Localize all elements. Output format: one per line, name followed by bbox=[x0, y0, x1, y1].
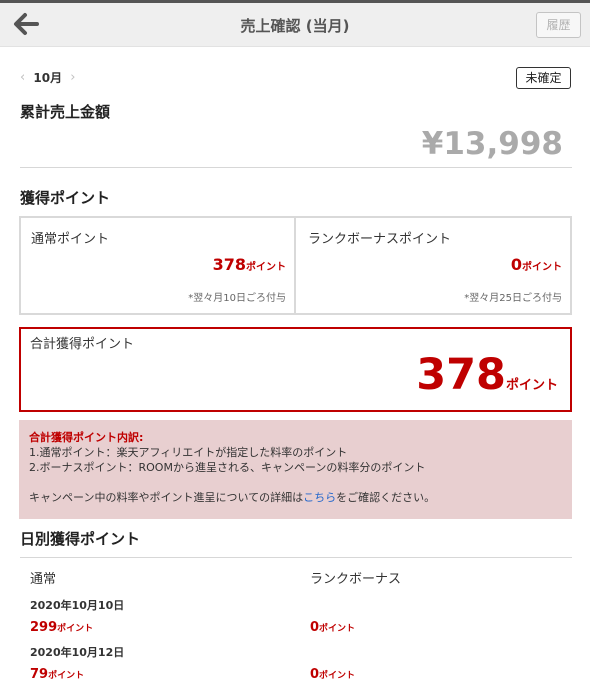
daily-rank-value: 0ポイント bbox=[310, 620, 356, 635]
status-badge: 未確定 bbox=[516, 67, 571, 89]
normal-points-label: 通常ポイント bbox=[31, 232, 110, 247]
daily-date: 2020年10月12日 bbox=[30, 646, 125, 659]
info-note: キャンペーン中の料率やポイント進呈についての詳細はこちらをご確認ください。 bbox=[29, 491, 436, 504]
total-points-value: 378ポイント bbox=[416, 350, 558, 400]
info-line-1: 1.通常ポイント：楽天アフィリエイトが指定した料率のポイント bbox=[29, 446, 348, 459]
normal-points-note: *翌々月10日ごろ付与 bbox=[188, 293, 286, 304]
daily-date: 2020年10月10日 bbox=[30, 599, 125, 612]
normal-points-value: 378ポイント bbox=[212, 255, 286, 274]
info-title: 合計獲得ポイント内訳: bbox=[29, 431, 144, 444]
daily-col-rank: ランクボーナス bbox=[310, 572, 402, 587]
app-header: 売上確認 (当月) 履歴 bbox=[0, 3, 590, 47]
cumulative-sales-amount: ¥13,998 bbox=[421, 126, 563, 162]
daily-normal-value: 299ポイント bbox=[30, 620, 94, 635]
chevron-left-icon[interactable]: ‹ bbox=[20, 70, 25, 85]
history-button[interactable]: 履歴 bbox=[536, 12, 581, 38]
cumulative-sales-title: 累計売上金額 bbox=[20, 103, 111, 121]
rank-bonus-label: ランクボーナスポイント bbox=[308, 232, 452, 247]
divider bbox=[20, 167, 572, 168]
details-link[interactable]: こちら bbox=[303, 491, 336, 504]
rank-bonus-points-cell: ランクボーナスポイント 0ポイント *翌々月25日ごろ付与 bbox=[298, 218, 570, 313]
total-points-label: 合計獲得ポイント bbox=[30, 337, 135, 352]
normal-points-cell: 通常ポイント 378ポイント *翌々月10日ごろ付与 bbox=[21, 218, 296, 313]
points-breakdown-box: 通常ポイント 378ポイント *翌々月10日ごろ付与 ランクボーナスポイント 0… bbox=[19, 216, 572, 315]
rank-bonus-value: 0ポイント bbox=[510, 255, 562, 274]
month-navigator: ‹ 10月 › bbox=[20, 69, 75, 87]
chevron-right-icon[interactable]: › bbox=[70, 70, 75, 85]
current-month: 10月 bbox=[33, 71, 63, 85]
daily-rank-value: 0ポイント bbox=[310, 667, 356, 682]
daily-normal-value: 79ポイント bbox=[30, 667, 85, 682]
points-info-box: 合計獲得ポイント内訳: 1.通常ポイント：楽天アフィリエイトが指定した料率のポイ… bbox=[19, 420, 572, 519]
divider bbox=[20, 557, 572, 558]
page-title: 売上確認 (当月) bbox=[240, 17, 350, 35]
info-line-2: 2.ボーナスポイント：ROOMから進呈される、キャンペーンの料率分のポイント bbox=[29, 461, 426, 474]
earned-points-title: 獲得ポイント bbox=[20, 189, 111, 207]
total-points-box: 合計獲得ポイント 378ポイント bbox=[19, 327, 572, 412]
rank-bonus-note: *翌々月25日ごろ付与 bbox=[464, 293, 562, 304]
daily-col-normal: 通常 bbox=[30, 572, 57, 587]
daily-points-title: 日別獲得ポイント bbox=[20, 530, 141, 548]
